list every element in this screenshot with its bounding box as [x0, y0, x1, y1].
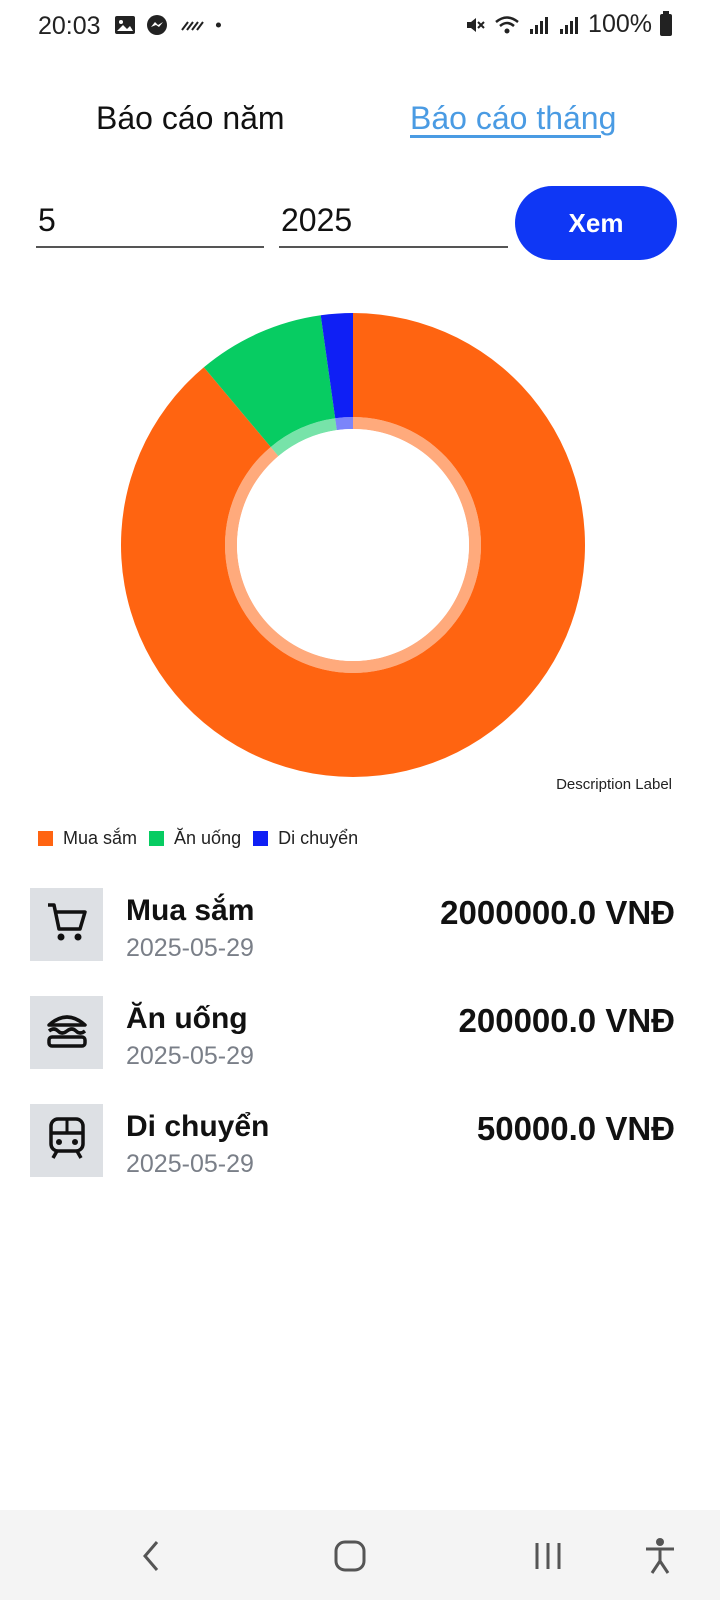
tab-year-report[interactable]: Báo cáo năm [96, 100, 285, 137]
legend-label: Di chuyển [278, 828, 359, 848]
item-date: 2025-05-29 [126, 1042, 254, 1070]
train-icon-box [30, 1104, 103, 1177]
list-item[interactable]: Di chuyển 2025-05-29 50000.0 VNĐ [0, 1102, 720, 1210]
back-icon [143, 1541, 159, 1571]
list-item[interactable]: Ăn uống 2025-05-29 200000.0 VNĐ [0, 994, 720, 1102]
view-button[interactable]: Xem [515, 186, 677, 260]
tab-month-report[interactable]: Báo cáo tháng [410, 100, 616, 137]
item-name: Ăn uống [126, 1002, 248, 1035]
item-amount: 200000.0 VNĐ [458, 1002, 675, 1039]
legend-item: Di chuyển [253, 828, 358, 849]
chart-legend: Mua sắm Ăn uống Di chuyển [38, 828, 360, 849]
train-icon [44, 1115, 90, 1166]
home-button[interactable] [326, 1532, 374, 1580]
year-input[interactable]: 2025 [279, 196, 508, 248]
voicemail-icon [181, 21, 204, 31]
item-amount: 2000000.0 VNĐ [440, 894, 675, 931]
status-left-icons [114, 14, 228, 36]
legend-item: Ăn uống [149, 828, 241, 849]
cart-icon-box [30, 888, 103, 961]
burger-icon [44, 1007, 90, 1058]
item-date: 2025-05-29 [126, 934, 254, 962]
image-icon [115, 16, 135, 34]
legend-label: Ăn uống [174, 828, 242, 848]
month-input[interactable]: 5 [36, 196, 264, 248]
expense-list: Mua sắm 2025-05-29 2000000.0 VNĐ Ăn uống 202… [0, 886, 720, 1210]
burger-icon-box [30, 996, 103, 1069]
back-button[interactable] [128, 1532, 176, 1580]
status-right: 100% [464, 10, 672, 39]
legend-label: Mua sắm [63, 828, 138, 848]
dot-icon [215, 22, 221, 28]
item-date: 2025-05-29 [126, 1150, 254, 1178]
signal-icon [560, 16, 579, 34]
legend-swatch [253, 831, 269, 846]
legend-item: Mua sắm [38, 828, 137, 849]
battery-icon [660, 10, 672, 36]
item-name: Di chuyển [126, 1110, 270, 1143]
status-bar: 20:03 100% [0, 0, 720, 52]
status-time: 20:03 [38, 12, 101, 40]
donut-chart[interactable] [0, 290, 720, 810]
wifi-icon [495, 15, 519, 33]
item-name: Mua sắm [126, 894, 255, 927]
recents-icon [535, 1543, 561, 1569]
mute-icon [467, 17, 485, 32]
item-amount: 50000.0 VNĐ [476, 1110, 675, 1147]
accessibility-button[interactable] [636, 1532, 684, 1580]
battery-percent: 100% [588, 10, 652, 38]
system-nav-bar [0, 1510, 720, 1600]
signal-icon [530, 16, 549, 34]
legend-swatch [38, 831, 53, 846]
chart-description-label: Description Label [556, 776, 672, 793]
recents-button[interactable] [524, 1532, 572, 1580]
donut-slice-inner-ring [335, 417, 353, 431]
messenger-icon [147, 15, 167, 35]
legend-swatch [149, 831, 165, 846]
accessibility-icon [646, 1538, 674, 1574]
home-icon [334, 1540, 366, 1572]
donut-hole [237, 429, 469, 661]
cart-icon [44, 899, 90, 950]
list-item[interactable]: Mua sắm 2025-05-29 2000000.0 VNĐ [0, 886, 720, 994]
